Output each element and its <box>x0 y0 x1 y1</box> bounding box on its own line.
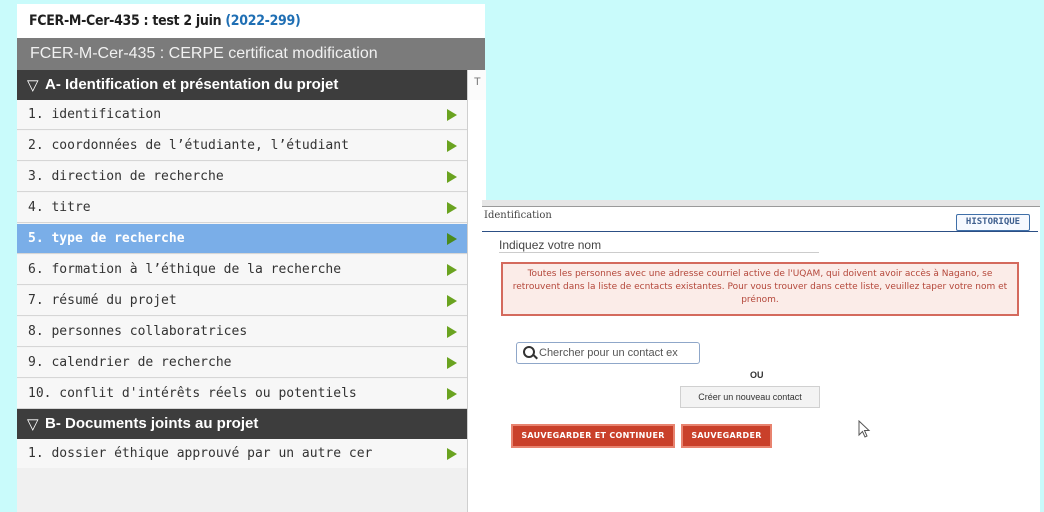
history-button[interactable]: HISTORIQUE <box>956 214 1030 231</box>
form-title: FCER-M-Cer-435 : CERPE certificat modifi… <box>30 45 378 62</box>
play-arrow-icon <box>447 233 457 245</box>
create-contact-button[interactable]: Créer un nouveau contact <box>680 386 820 408</box>
play-arrow-icon <box>447 109 457 121</box>
section-b-label: B- Documents joints au projet <box>45 415 259 432</box>
project-id: (2022-299) <box>225 13 301 29</box>
collapse-triangle-icon: ▽ <box>27 77 39 94</box>
play-arrow-icon <box>447 171 457 183</box>
or-label: OU <box>750 370 764 380</box>
section-a-label: A- Identification et présentation du pro… <box>45 76 339 93</box>
play-arrow-icon <box>447 357 457 369</box>
nav-item-calendrier[interactable]: 9. calendrier de recherche <box>17 348 467 378</box>
nav-item-coordonnees[interactable]: 2. coordonnées de l’étudiante, l’étudian… <box>17 131 467 161</box>
search-placeholder: Chercher pour un contact ex <box>539 347 678 359</box>
navigation-panel: FCER-M-Cer-435 : test 2 juin (2022-299) … <box>17 4 486 512</box>
save-continue-button[interactable]: SAUVEGARDER ET CONTINUER <box>511 424 675 448</box>
nav-item-conflit[interactable]: 10. conflit d'intérêts réels ou potentie… <box>17 379 467 409</box>
section-b-header[interactable]: ▽ B- Documents joints au projet <box>17 409 467 439</box>
divider <box>482 231 1038 232</box>
play-arrow-icon <box>447 388 457 400</box>
nav-item-direction[interactable]: 3. direction de recherche <box>17 162 467 192</box>
nav-item-dossier-ethique[interactable]: 1. dossier éthique approuvé par un autre… <box>17 439 467 469</box>
cursor-arrow-icon <box>858 420 871 438</box>
panel-top-border <box>482 200 1040 207</box>
divider <box>499 252 819 253</box>
nav-item-titre[interactable]: 4. titre <box>17 193 467 223</box>
nav-item-personnes[interactable]: 8. personnes collaboratrices <box>17 317 467 347</box>
contact-search-input[interactable]: Chercher pour un contact ex <box>516 342 700 364</box>
identification-panel: Identification HISTORIQUE Indiquez votre… <box>482 200 1040 512</box>
nav-item-type-recherche[interactable]: 5. type de recherche <box>17 224 467 254</box>
section-a-header[interactable]: ▽ A- Identification et présentation du p… <box>17 70 467 100</box>
name-prompt-label: Indiquez votre nom <box>499 238 602 252</box>
search-icon <box>523 346 535 358</box>
nav-item-resume[interactable]: 7. résumé du projet <box>17 286 467 316</box>
play-arrow-icon <box>447 448 457 460</box>
nav-item-formation-ethique[interactable]: 6. formation à l’éthique de la recherche <box>17 255 467 285</box>
play-arrow-icon <box>447 202 457 214</box>
play-arrow-icon <box>447 140 457 152</box>
page-title: FCER-M-Cer-435 : test 2 juin (2022-299) <box>29 13 301 29</box>
collapse-triangle-icon: ▽ <box>27 416 39 433</box>
play-arrow-icon <box>447 326 457 338</box>
nav-item-identification[interactable]: 1. identification <box>17 100 467 130</box>
nav-empty-area <box>17 468 467 512</box>
play-arrow-icon <box>447 295 457 307</box>
page-title-bar: FCER-M-Cer-435 : test 2 juin (2022-299) <box>17 4 485 38</box>
save-button[interactable]: SAUVEGARDER <box>681 424 772 448</box>
info-notice: Toutes les personnes avec une adresse co… <box>501 262 1019 316</box>
panel-section-title: Identification <box>484 210 552 221</box>
play-arrow-icon <box>447 264 457 276</box>
form-title-bar: FCER-M-Cer-435 : CERPE certificat modifi… <box>17 38 485 70</box>
